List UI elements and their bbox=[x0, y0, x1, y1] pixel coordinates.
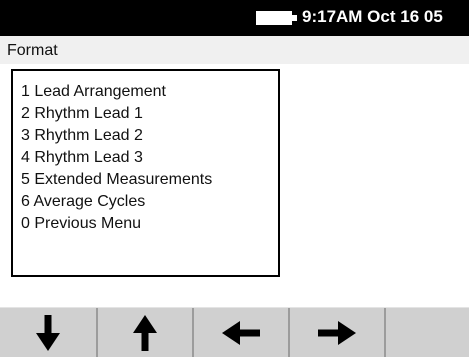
soft-key-down[interactable] bbox=[0, 308, 98, 357]
menu-item-rhythm-lead-3[interactable]: 4 Rhythm Lead 3 bbox=[21, 147, 212, 169]
soft-key-up[interactable] bbox=[98, 308, 194, 357]
soft-key-left[interactable] bbox=[194, 308, 290, 357]
menu-item-extended-measurements[interactable]: 5 Extended Measurements bbox=[21, 169, 212, 191]
menu-item-lead-arrangement[interactable]: 1 Lead Arrangement bbox=[21, 81, 212, 103]
battery-icon bbox=[256, 11, 292, 25]
format-menu: 1 Lead Arrangement 2 Rhythm Lead 1 3 Rhy… bbox=[11, 69, 280, 277]
menu-list: 1 Lead Arrangement 2 Rhythm Lead 1 3 Rhy… bbox=[21, 81, 212, 235]
menu-item-average-cycles[interactable]: 6 Average Cycles bbox=[21, 191, 212, 213]
menu-item-rhythm-lead-1[interactable]: 2 Rhythm Lead 1 bbox=[21, 103, 212, 125]
soft-key-blank[interactable] bbox=[386, 308, 469, 357]
arrow-up-icon bbox=[133, 314, 157, 351]
title-bar: Format bbox=[0, 36, 469, 64]
arrow-left-icon bbox=[222, 320, 260, 345]
arrow-right-icon bbox=[318, 320, 356, 345]
menu-item-previous-menu[interactable]: 0 Previous Menu bbox=[21, 213, 212, 235]
soft-key-bar bbox=[0, 307, 469, 357]
arrow-down-icon bbox=[36, 314, 60, 351]
page-title: Format bbox=[7, 42, 58, 59]
battery-tip bbox=[292, 15, 297, 21]
status-bar: 9:17AM Oct 16 05 bbox=[0, 0, 469, 36]
menu-item-rhythm-lead-2[interactable]: 3 Rhythm Lead 2 bbox=[21, 125, 212, 147]
clock-date: 9:17AM Oct 16 05 bbox=[302, 7, 443, 26]
soft-key-right[interactable] bbox=[290, 308, 386, 357]
